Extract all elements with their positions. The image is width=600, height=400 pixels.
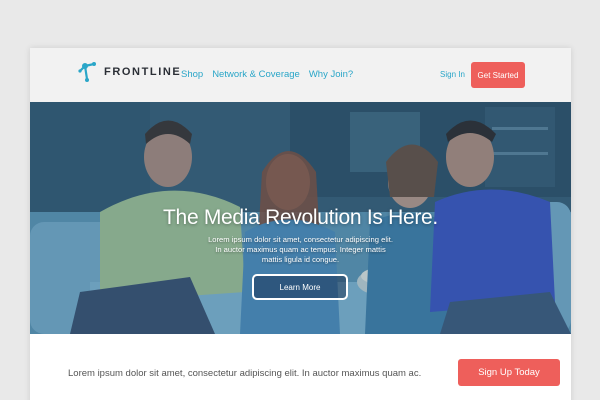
landing-page: FRONTLINE Shop Network & Coverage Why Jo… bbox=[30, 48, 571, 400]
hero-title: The Media Revolution Is Here. bbox=[163, 206, 438, 229]
learn-more-button[interactable]: Learn More bbox=[252, 274, 348, 300]
signup-band: Lorem ipsum dolor sit amet, consectetur … bbox=[30, 334, 571, 400]
site-header: FRONTLINE Shop Network & Coverage Why Jo… bbox=[30, 48, 571, 102]
nav-network-coverage[interactable]: Network & Coverage bbox=[212, 69, 300, 80]
frontline-logo-icon bbox=[78, 62, 96, 82]
sign-in-link[interactable]: Sign In bbox=[440, 70, 465, 79]
nav-shop[interactable]: Shop bbox=[181, 69, 203, 80]
get-started-button[interactable]: Get Started bbox=[471, 62, 525, 88]
hero-content: The Media Revolution Is Here. Lorem ipsu… bbox=[30, 206, 571, 300]
sign-up-today-button[interactable]: Sign Up Today bbox=[458, 359, 560, 386]
logo[interactable]: FRONTLINE bbox=[78, 61, 181, 83]
hero-body: Lorem ipsum dolor sit amet, consectetur … bbox=[208, 235, 393, 264]
main-nav: Shop Network & Coverage Why Join? bbox=[181, 69, 353, 80]
nav-why-join[interactable]: Why Join? bbox=[309, 69, 353, 80]
band-text: Lorem ipsum dolor sit amet, consectetur … bbox=[68, 368, 422, 379]
logo-text: FRONTLINE bbox=[104, 66, 182, 78]
hero-section: The Media Revolution Is Here. Lorem ipsu… bbox=[30, 102, 571, 334]
